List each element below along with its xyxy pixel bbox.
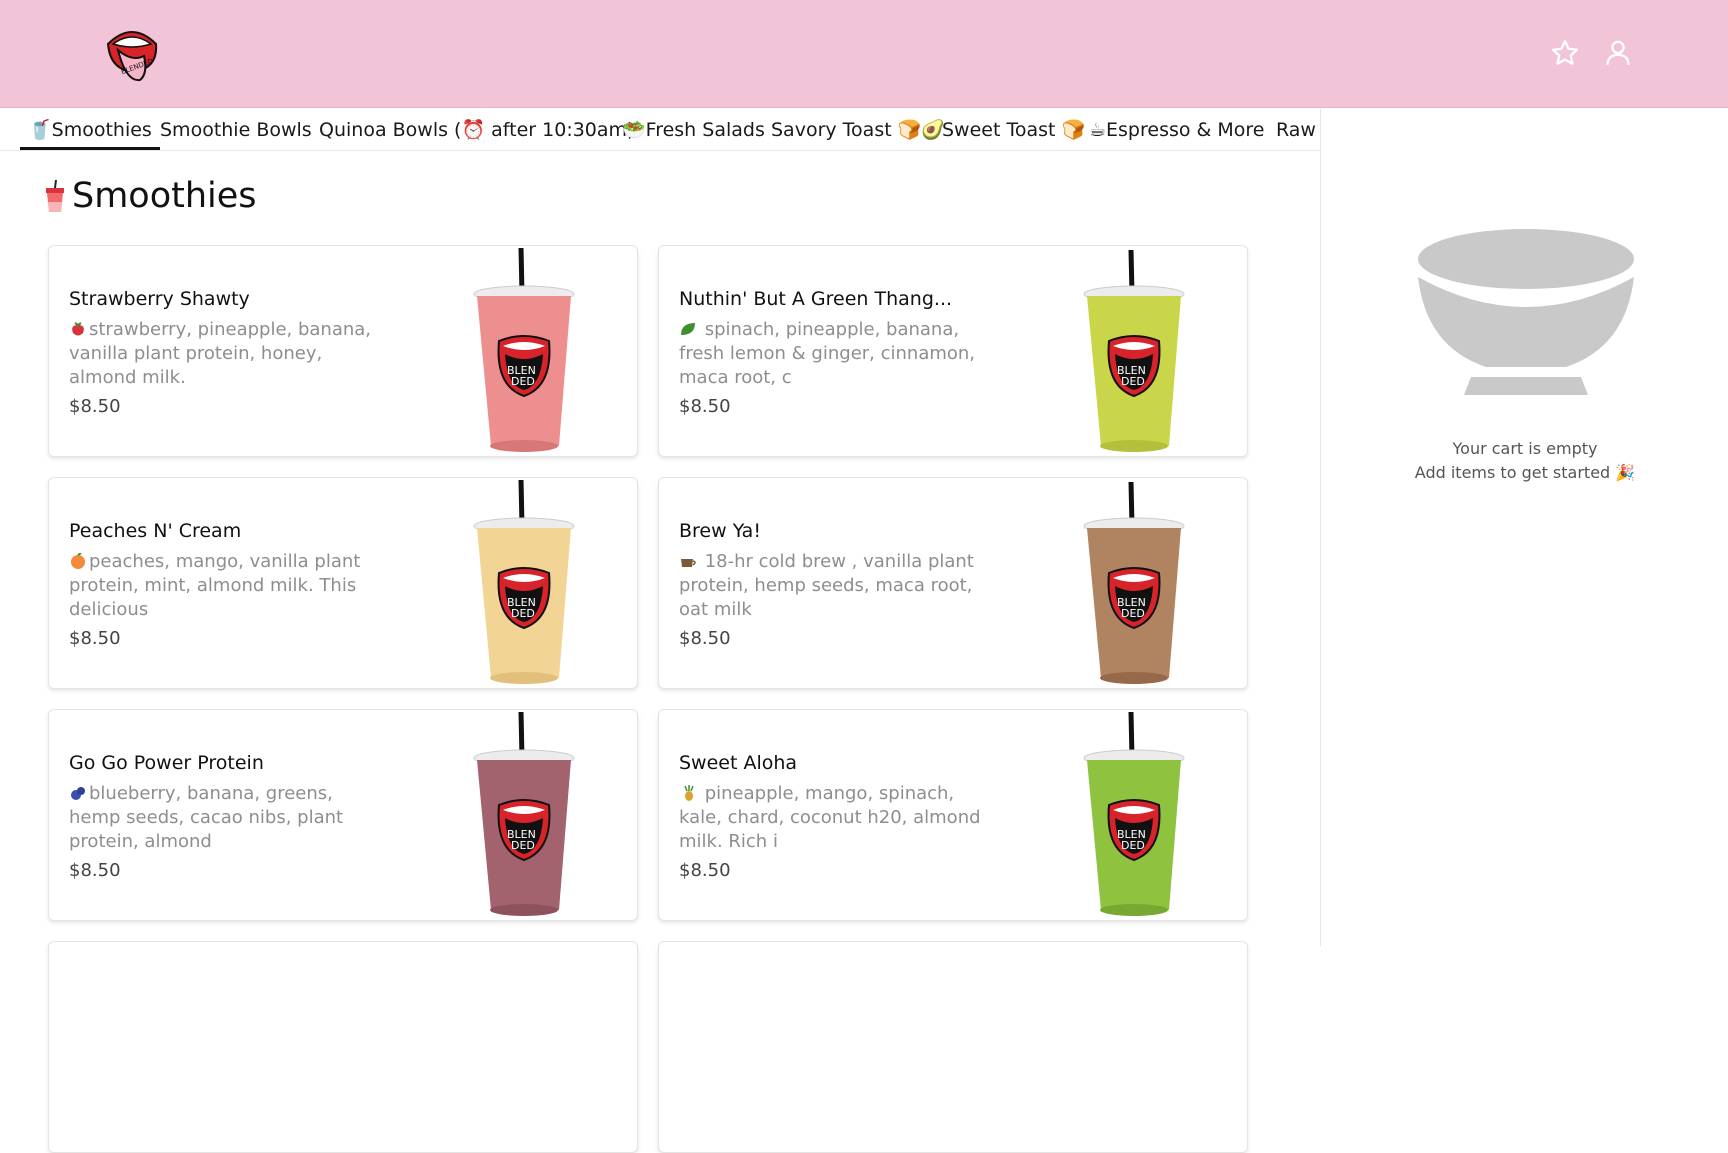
product-name: Nuthin' But A Green Thang... bbox=[679, 288, 953, 310]
strawberry-icon bbox=[72, 322, 84, 336]
tab-sweet-toast[interactable]: Sweet Toast 🍞 bbox=[942, 109, 1085, 150]
svg-text:DED: DED bbox=[511, 839, 535, 852]
section-title: Smoothies bbox=[44, 176, 257, 216]
drink-image: BLEN DED bbox=[473, 247, 575, 452]
user-icon[interactable] bbox=[1603, 38, 1633, 68]
svg-text:DED: DED bbox=[511, 607, 535, 620]
product-card[interactable]: Nuthin' But A Green Thang... spinach, pi… bbox=[658, 245, 1248, 457]
blueberry-icon bbox=[71, 787, 85, 800]
product-name: Peaches N' Cream bbox=[69, 520, 242, 542]
site-header: BLENDED bbox=[0, 0, 1728, 108]
product-description: strawberry, pineapple, banana, vanilla p… bbox=[69, 319, 372, 388]
product-card[interactable]: Peaches N' Cream peaches, mango, vanilla… bbox=[48, 477, 638, 689]
star-icon[interactable] bbox=[1550, 38, 1580, 68]
product-name: Go Go Power Protein bbox=[69, 752, 264, 774]
product-price: $8.50 bbox=[679, 628, 731, 649]
product-name: Sweet Aloha bbox=[679, 752, 798, 774]
tab-espresso-more[interactable]: ☕Espresso & More bbox=[1089, 109, 1265, 150]
pineapple-icon bbox=[684, 785, 694, 801]
product-description: spinach, pineapple, banana, fresh lemon … bbox=[679, 319, 976, 388]
drink-image: BLEN DED bbox=[473, 711, 575, 916]
tab-quinoa-bowls[interactable]: Quinoa Bowls (⏰ after 10:30am) bbox=[319, 109, 634, 150]
product-description: pineapple, mango, spinach, kale, chard, … bbox=[679, 783, 981, 852]
product-name: Brew Ya! bbox=[679, 520, 761, 542]
drink-image: BLEN DED bbox=[1083, 481, 1185, 684]
cart-empty-message: Your cart is empty bbox=[1452, 439, 1598, 458]
product-description: blueberry, banana, greens, hemp seeds, c… bbox=[69, 783, 344, 852]
tab-smoothies[interactable]: 🥤Smoothies bbox=[20, 109, 160, 150]
product-price: $8.50 bbox=[69, 396, 121, 417]
category-tabs: 🥤Smoothies Smoothie Bowls Quinoa Bowls (… bbox=[0, 109, 1320, 151]
drink-image: BLEN DED bbox=[473, 479, 575, 684]
product-price: $8.50 bbox=[69, 860, 121, 881]
product-description: 18-hr cold brew , vanilla plant protein,… bbox=[679, 551, 974, 620]
tab-savory-toast[interactable]: Savory Toast 🍞🥑 bbox=[771, 109, 945, 150]
product-card[interactable]: Strawberry Shawty strawberry, pineapple,… bbox=[48, 245, 638, 457]
svg-text:DED: DED bbox=[1121, 839, 1145, 852]
product-card[interactable] bbox=[658, 941, 1248, 1153]
cart-sidebar: Your cart is empty Add items to get star… bbox=[1320, 109, 1728, 946]
coffee-icon bbox=[681, 559, 696, 567]
svg-text:DED: DED bbox=[511, 375, 535, 388]
empty-bowl-icon bbox=[1417, 229, 1635, 395]
drink-image: BLEN DED bbox=[1083, 249, 1185, 452]
smoothie-cup-icon bbox=[46, 180, 64, 212]
product-name: Strawberry Shawty bbox=[69, 288, 250, 310]
svg-text:DED: DED bbox=[1121, 375, 1145, 388]
tab-smoothie-bowls[interactable]: Smoothie Bowls bbox=[160, 109, 312, 150]
product-price: $8.50 bbox=[679, 396, 731, 417]
tab-fresh-salads[interactable]: 🥗Fresh Salads bbox=[622, 109, 765, 150]
leafy-green-icon bbox=[681, 323, 695, 335]
product-description: peaches, mango, vanilla plant protein, m… bbox=[69, 551, 361, 620]
product-card[interactable] bbox=[48, 941, 638, 1153]
product-price: $8.50 bbox=[69, 628, 121, 649]
tab-raw[interactable]: Raw I bbox=[1276, 109, 1320, 150]
product-card[interactable]: Sweet Aloha pineapple, mango, spinach, k… bbox=[658, 709, 1248, 921]
product-card[interactable]: Brew Ya! 18-hr cold brew , vanilla plant… bbox=[658, 477, 1248, 689]
section-title-text: Smoothies bbox=[72, 176, 257, 216]
cart-empty-hint: Add items to get started 🎉 bbox=[1414, 463, 1636, 482]
product-price: $8.50 bbox=[679, 860, 731, 881]
blended-logo[interactable]: BLENDED bbox=[104, 22, 160, 86]
svg-text:DED: DED bbox=[1121, 607, 1145, 620]
peach-icon bbox=[71, 553, 85, 569]
drink-image: BLEN DED bbox=[1083, 711, 1185, 916]
product-card[interactable]: Go Go Power Protein blueberry, banana, g… bbox=[48, 709, 638, 921]
